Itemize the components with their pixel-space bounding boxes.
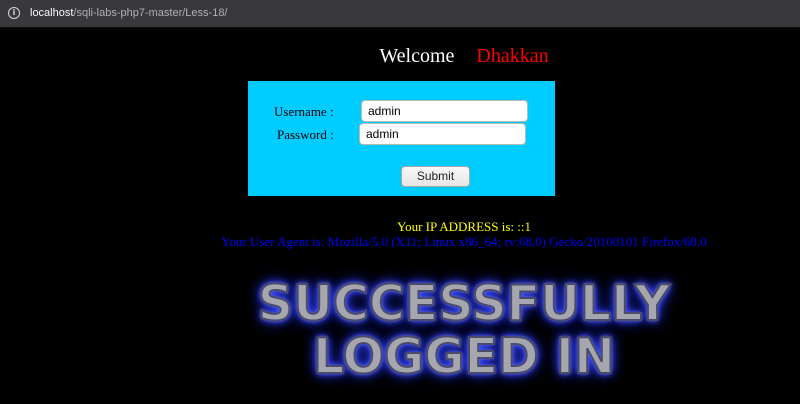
url-path: /sqli-labs-php7-master/Less-18/ xyxy=(73,7,228,19)
login-form: Username : admin Password : admin Submit xyxy=(248,81,555,196)
submit-button[interactable]: Submit xyxy=(401,166,470,187)
success-banner-line2: LOGGED IN xyxy=(312,328,616,385)
success-banner-line1: SUCCESSFULLY xyxy=(257,275,671,332)
user-agent-text: Your User Agent is: Mozilla/5.0 (X11; Li… xyxy=(221,234,707,249)
welcome-heading: Welcome Dhakkan xyxy=(0,44,800,68)
username-label: Username : xyxy=(274,104,334,119)
url-text[interactable]: localhost/sqli-labs-php7-master/Less-18/ xyxy=(30,6,228,20)
password-label: Password : xyxy=(277,127,334,142)
url-host: localhost xyxy=(30,7,74,19)
welcome-text: Welcome xyxy=(379,45,455,67)
username-input[interactable]: admin xyxy=(361,100,528,122)
welcome-name: Dhakkan xyxy=(476,45,549,67)
address-bar[interactable]: i localhost/sqli-labs-php7-master/Less-1… xyxy=(0,0,800,28)
ip-address-text: Your IP ADDRESS is: ::1 xyxy=(396,219,532,234)
info-icon[interactable]: i xyxy=(8,7,20,19)
password-input[interactable]: admin xyxy=(359,123,526,145)
